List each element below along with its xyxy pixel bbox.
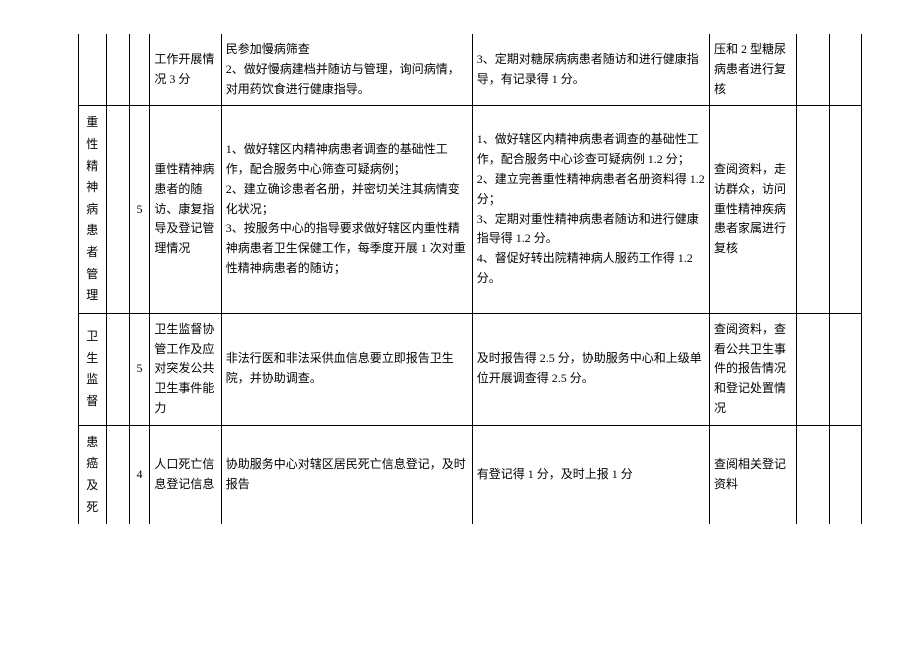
- cell-criteria: 3、定期对糖尿病病患者随访和进行健康指导，有记录得 1 分。: [472, 34, 709, 106]
- cell-criteria: 及时报告得 2.5 分，协助服务中心和上级单位开展调查得 2.5 分。: [472, 313, 709, 425]
- table-row: 卫 生 监 督 5 卫生监督协管工作及应对突发公共卫生事件能力 非法行医和非法采…: [79, 313, 862, 425]
- cell-description: 非法行医和非法采供血信息要立即报告卫生院，并协助调查。: [221, 313, 472, 425]
- cell-extra1: [797, 425, 829, 524]
- table-row: 重 性 精 神 病 患 者 管 理 5 重性精神病患者的随访、康复指导及登记管理…: [79, 106, 862, 313]
- cell-item: 人口死亡信息登记信息: [150, 425, 221, 524]
- cell-item: 工作开展情况 3 分: [150, 34, 221, 106]
- cell-score: 5: [129, 313, 150, 425]
- cell-category: 重 性 精 神 病 患 者 管 理: [79, 106, 107, 313]
- cell-criteria: 1、做好辖区内精神病患者调查的基础性工作，配合服务中心诊查可疑病例 1.2 分；…: [472, 106, 709, 313]
- cell-description: 民参加慢病筛查 2、做好慢病建档并随访与管理，询问病情，对用药饮食进行健康指导。: [221, 34, 472, 106]
- cell-method: 查阅相关登记资料: [709, 425, 797, 524]
- cell-category: 患 癌 及 死: [79, 425, 107, 524]
- cell-score: [129, 34, 150, 106]
- cell-extra1: [797, 313, 829, 425]
- cell-extra2: [829, 425, 861, 524]
- cell-blank: [106, 425, 129, 524]
- cell-item: 重性精神病患者的随访、康复指导及登记管理情况: [150, 106, 221, 313]
- cell-extra2: [829, 313, 861, 425]
- assessment-table: 工作开展情况 3 分 民参加慢病筛查 2、做好慢病建档并随访与管理，询问病情，对…: [78, 34, 862, 524]
- cell-description: 协助服务中心对辖区居民死亡信息登记，及时报告: [221, 425, 472, 524]
- cell-item: 卫生监督协管工作及应对突发公共卫生事件能力: [150, 313, 221, 425]
- cell-score: 4: [129, 425, 150, 524]
- cell-extra1: [797, 34, 829, 106]
- cell-blank: [106, 106, 129, 313]
- cell-extra1: [797, 106, 829, 313]
- cell-method: 查阅资料，查看公共卫生事件的报告情况和登记处置情况: [709, 313, 797, 425]
- cell-category: 卫 生 监 督: [79, 313, 107, 425]
- cell-criteria: 有登记得 1 分，及时上报 1 分: [472, 425, 709, 524]
- cell-score: 5: [129, 106, 150, 313]
- cell-description: 1、做好辖区内精神病患者调查的基础性工作，配合服务中心筛查可疑病例； 2、建立确…: [221, 106, 472, 313]
- cell-category: [79, 34, 107, 106]
- cell-extra2: [829, 106, 861, 313]
- cell-blank: [106, 34, 129, 106]
- cell-blank: [106, 313, 129, 425]
- table-row: 患 癌 及 死 4 人口死亡信息登记信息 协助服务中心对辖区居民死亡信息登记，及…: [79, 425, 862, 524]
- cell-method: 查阅资料，走访群众，访问重性精神疾病患者家属进行复核: [709, 106, 797, 313]
- cell-method: 压和 2 型糖尿病患者进行复核: [709, 34, 797, 106]
- cell-extra2: [829, 34, 861, 106]
- table-row: 工作开展情况 3 分 民参加慢病筛查 2、做好慢病建档并随访与管理，询问病情，对…: [79, 34, 862, 106]
